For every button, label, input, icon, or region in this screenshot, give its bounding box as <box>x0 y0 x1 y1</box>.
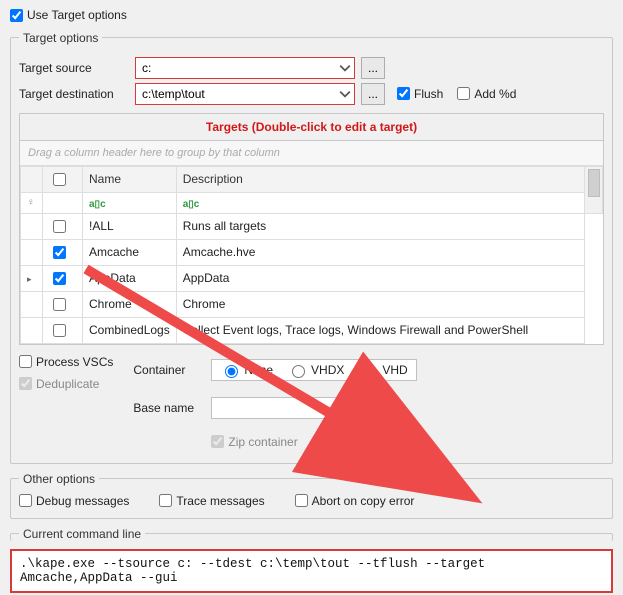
use-target-options-label: Use Target options <box>27 8 127 22</box>
ellipsis-label: ... <box>368 61 378 75</box>
target-source-label: Target source <box>19 61 129 75</box>
grid-col-handle <box>21 166 43 192</box>
grid-col-checkall[interactable] <box>43 166 83 192</box>
filter-icon[interactable]: a▯c <box>89 199 106 210</box>
row-name: AppData <box>83 265 177 291</box>
radio-label: None <box>244 363 273 377</box>
target-options-legend: Target options <box>19 31 102 45</box>
row-description: Chrome <box>176 291 584 317</box>
trace-messages-checkbox[interactable]: Trace messages <box>159 494 264 508</box>
row-checkbox[interactable] <box>53 220 66 233</box>
target-source-browse-button[interactable]: ... <box>361 57 385 79</box>
target-dest-combo[interactable] <box>135 83 355 105</box>
row-checkbox[interactable] <box>53 324 66 337</box>
zip-container-checkbox: Zip container <box>211 435 297 449</box>
grid-col-description[interactable]: Description <box>176 166 584 192</box>
check-all-checkbox[interactable] <box>53 173 66 186</box>
table-row[interactable]: !ALL Runs all targets <box>21 213 603 239</box>
debug-label: Debug messages <box>36 494 129 508</box>
use-target-options-checkbox[interactable]: Use Target options <box>10 8 127 22</box>
target-dest-browse-button[interactable]: ... <box>361 83 385 105</box>
command-line-legend: Current command line <box>19 527 145 541</box>
row-name: !ALL <box>83 213 177 239</box>
target-dest-input[interactable] <box>136 84 354 104</box>
add-pd-label: Add %d <box>474 87 516 101</box>
flush-label: Flush <box>414 87 443 101</box>
radio-label: VHDX <box>311 363 344 377</box>
base-name-input[interactable] <box>211 397 391 419</box>
filter-handle[interactable]: ♀ <box>21 192 43 213</box>
table-row[interactable]: ▸ AppData AppData <box>21 265 603 291</box>
container-label: Container <box>133 363 205 377</box>
row-description: Runs all targets <box>176 213 584 239</box>
table-row[interactable]: Chrome Chrome <box>21 291 603 317</box>
row-description: AppData <box>176 265 584 291</box>
group-by-hint[interactable]: Drag a column header here to group by th… <box>20 141 603 166</box>
table-row[interactable]: CombinedLogs Collect Event logs, Trace l… <box>21 317 603 343</box>
container-radio-group[interactable]: None VHDX VHD <box>211 359 416 381</box>
deduplicate-label: Deduplicate <box>36 377 99 391</box>
targets-title: Targets (Double-click to edit a target) <box>19 113 604 140</box>
row-name: CombinedLogs <box>83 317 177 343</box>
row-name: Amcache <box>83 239 177 265</box>
base-name-label: Base name <box>133 401 205 415</box>
container-vhd-radio[interactable]: VHD <box>358 362 407 378</box>
row-checkbox[interactable] <box>53 246 66 259</box>
process-vscs-label: Process VSCs <box>36 355 113 369</box>
abort-on-error-checkbox[interactable]: Abort on copy error <box>295 494 415 508</box>
target-dest-label: Target destination <box>19 87 129 101</box>
target-source-combo[interactable] <box>135 57 355 79</box>
targets-grid[interactable]: Drag a column header here to group by th… <box>19 140 604 345</box>
command-line-output: .\kape.exe --tsource c: --tdest c:\temp\… <box>10 549 613 593</box>
target-source-input[interactable] <box>136 58 354 78</box>
grid-scrollbar[interactable] <box>585 166 603 213</box>
row-checkbox[interactable] <box>53 298 66 311</box>
filter-icon[interactable]: a▯c <box>183 199 200 210</box>
command-line-group: Current command line <box>10 527 613 541</box>
deduplicate-checkbox: Deduplicate <box>19 377 113 391</box>
grid-col-name[interactable]: Name <box>83 166 177 192</box>
table-row[interactable]: Amcache Amcache.hve <box>21 239 603 265</box>
row-indicator-icon: ▸ <box>27 274 32 284</box>
target-options-group: Target options Target source ... Target … <box>10 31 613 464</box>
row-description: Collect Event logs, Trace logs, Windows … <box>176 317 584 343</box>
radio-label: VHD <box>382 363 407 377</box>
add-pd-checkbox[interactable]: Add %d <box>457 87 516 101</box>
other-options-legend: Other options <box>19 472 99 486</box>
debug-messages-checkbox[interactable]: Debug messages <box>19 494 129 508</box>
other-options-group: Other options Debug messages Trace messa… <box>10 472 613 519</box>
abort-label: Abort on copy error <box>312 494 415 508</box>
row-checkbox[interactable] <box>53 272 66 285</box>
process-vscs-checkbox[interactable]: Process VSCs <box>19 355 113 369</box>
container-none-radio[interactable]: None <box>220 362 273 378</box>
ellipsis-label: ... <box>368 87 378 101</box>
zip-container-label: Zip container <box>228 435 297 449</box>
row-description: Amcache.hve <box>176 239 584 265</box>
flush-checkbox[interactable]: Flush <box>397 87 443 101</box>
container-vhdx-radio[interactable]: VHDX <box>287 362 344 378</box>
trace-label: Trace messages <box>176 494 264 508</box>
row-name: Chrome <box>83 291 177 317</box>
